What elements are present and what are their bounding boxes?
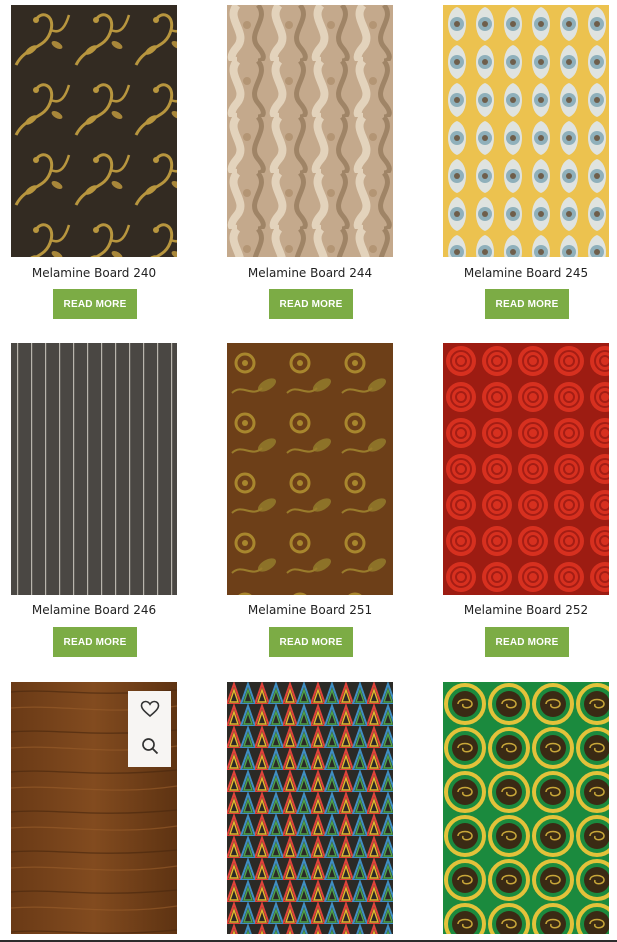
product-title[interactable]: Melamine Board 246 [0,603,197,617]
search-icon[interactable] [139,735,161,757]
product-image[interactable] [443,5,609,257]
product-image[interactable] [227,5,393,257]
product-image[interactable] [11,5,177,257]
product-image[interactable] [227,343,393,595]
product-title[interactable]: Melamine Board 252 [423,603,617,617]
product-image[interactable] [443,682,609,934]
product-image[interactable] [443,343,609,595]
quick-actions-panel [128,691,171,767]
product-title[interactable]: Melamine Board 245 [423,266,617,280]
product-title[interactable]: Melamine Board 240 [0,266,197,280]
read-more-button[interactable]: READ MORE [53,289,137,319]
read-more-button[interactable]: READ MORE [485,627,569,657]
product-title[interactable]: Melamine Board 244 [207,266,413,280]
product-image[interactable] [227,682,393,934]
read-more-button[interactable]: READ MORE [485,289,569,319]
product-title[interactable]: Melamine Board 251 [207,603,413,617]
product-grid: Melamine Board 240 READ MORE Melamine Bo… [0,0,617,942]
read-more-button[interactable]: READ MORE [269,289,353,319]
product-image[interactable] [11,343,177,595]
read-more-button[interactable]: READ MORE [53,627,137,657]
heart-icon[interactable] [139,698,161,720]
read-more-button[interactable]: READ MORE [269,627,353,657]
